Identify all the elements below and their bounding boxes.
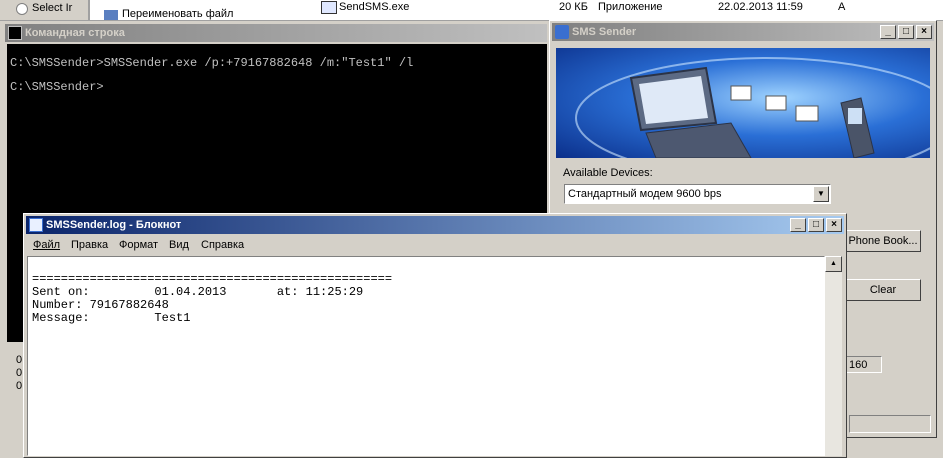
close-icon[interactable]: × — [916, 25, 932, 39]
close-icon[interactable]: × — [826, 218, 842, 232]
divider — [88, 0, 90, 20]
notepad-window[interactable]: SMSSender.log - Блокнот _ □ × Файл Правк… — [23, 213, 847, 458]
maximize-icon[interactable]: □ — [808, 218, 824, 232]
maximize-icon[interactable]: □ — [898, 25, 914, 39]
radio-label: Select Ir — [32, 2, 73, 14]
console-icon — [8, 26, 22, 40]
clear-label: Clear — [869, 284, 897, 296]
sms-banner-image — [556, 48, 930, 158]
console-title: Командная строка — [25, 27, 125, 39]
left-panel-item: 0 — [16, 380, 23, 392]
devices-select-value: Стандартный модем 9600 bps — [568, 188, 722, 200]
sms-title: SMS Sender — [572, 26, 637, 38]
rename-menu-item[interactable]: Переименовать файл — [122, 8, 233, 20]
minimize-icon[interactable]: _ — [790, 218, 806, 232]
menu-help[interactable]: Справка — [201, 239, 244, 251]
file-type: Приложение — [598, 1, 663, 13]
devices-select[interactable]: Стандартный модем 9600 bps ▼ — [564, 184, 831, 204]
log-line: Message: Test1 — [32, 311, 191, 325]
rename-icon — [104, 10, 118, 20]
menu-edit[interactable]: Правка — [71, 239, 108, 251]
dropdown-arrow-icon[interactable]: ▼ — [813, 186, 829, 202]
sms-titlebar[interactable]: SMS Sender _ □ × — [552, 23, 934, 41]
phone-book-label: Phone Book... — [848, 235, 918, 247]
notepad-icon — [29, 218, 43, 232]
scroll-up-icon[interactable]: ▲ — [825, 256, 842, 272]
file-attr: A — [838, 1, 846, 13]
log-line: ========================================… — [32, 272, 393, 286]
banner-illustration — [575, 57, 930, 158]
notepad-menubar: Файл Правка Формат Вид Справка — [27, 236, 842, 254]
console-line: C:\SMSSender>SMSSender.exe /p:+791678826… — [10, 56, 414, 70]
devices-label: Available Devices: — [563, 167, 653, 179]
menu-view[interactable]: Вид — [169, 239, 189, 251]
progress-bar — [849, 415, 931, 433]
left-panel-item: 0 — [16, 367, 23, 379]
notepad-text-area[interactable]: ========================================… — [27, 256, 825, 456]
phone-book-button[interactable]: Phone Book... — [845, 230, 921, 252]
notepad-title: SMSSender.log - Блокнот — [46, 219, 182, 231]
minimize-icon[interactable]: _ — [880, 25, 896, 39]
radio-icon[interactable] — [16, 3, 28, 15]
clear-button[interactable]: Clear — [845, 279, 921, 301]
notepad-scrollbar[interactable]: ▲ — [825, 256, 842, 456]
char-counter: 160 — [845, 356, 882, 373]
file-name[interactable]: SendSMS.exe — [339, 1, 409, 13]
menu-file[interactable]: Файл — [33, 239, 60, 251]
file-date: 22.02.2013 11:59 — [718, 1, 803, 13]
file-size: 20 КБ — [559, 1, 588, 13]
left-panel-item: 0 — [16, 354, 23, 366]
left-panel: 0 0 0 — [0, 344, 23, 458]
char-counter-value: 160 — [849, 359, 868, 371]
sms-icon — [555, 25, 569, 39]
console-titlebar[interactable]: Командная строка — [5, 24, 547, 42]
console-line: C:\SMSSender> — [10, 80, 104, 94]
notepad-titlebar[interactable]: SMSSender.log - Блокнот _ □ × — [26, 216, 844, 234]
explorer-left-panel: Select Ir — [0, 0, 88, 20]
menu-format[interactable]: Формат — [119, 239, 158, 251]
exe-icon — [321, 1, 337, 14]
log-line: Number: 79167882648 — [32, 298, 169, 312]
log-line: Sent on: 01.04.2013 at: 11:25:29 — [32, 285, 364, 299]
